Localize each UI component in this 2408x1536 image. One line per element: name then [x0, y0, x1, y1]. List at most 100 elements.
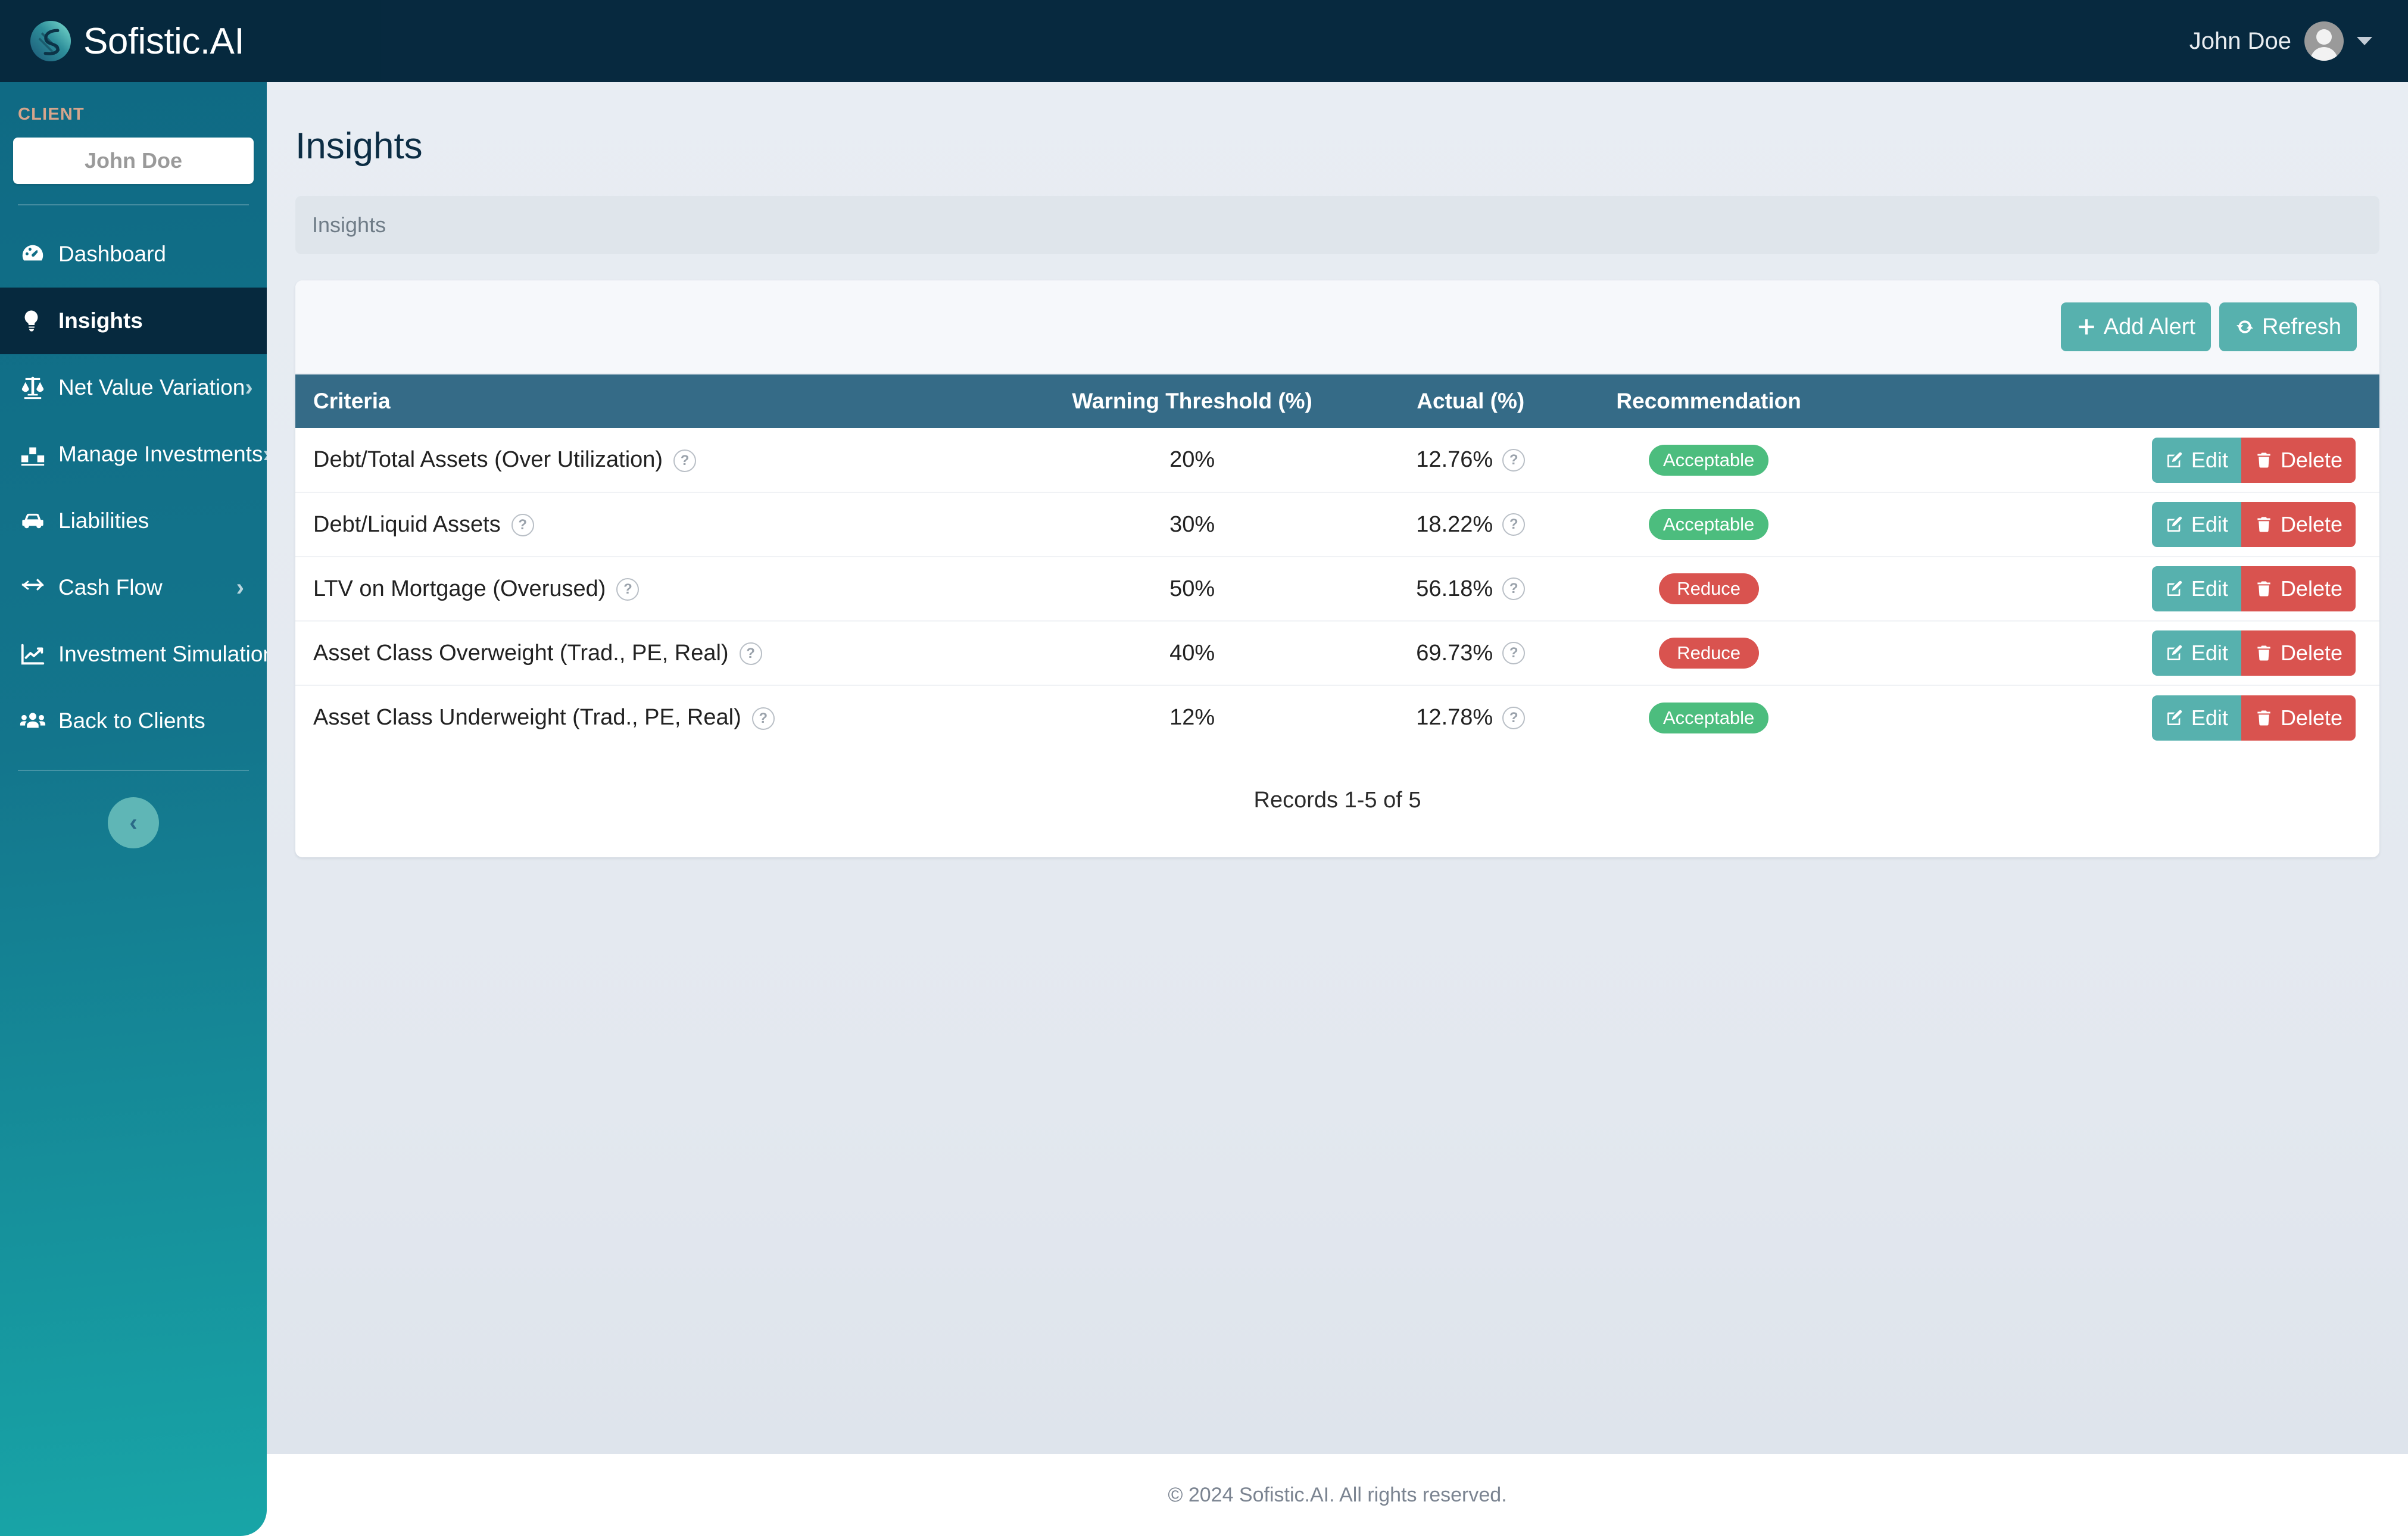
- balance-scale-icon: [19, 374, 52, 401]
- trash-icon: [2254, 515, 2273, 534]
- cell-actions: Edit Delete: [1855, 428, 2379, 492]
- table-row: Debt/Liquid Assets? 30% 18.22%? Acceptable E…: [295, 492, 2379, 557]
- sidebar-item-insights[interactable]: Insights: [0, 288, 267, 354]
- pencil-square-icon: [2165, 451, 2184, 470]
- actual-value: 18.22%: [1416, 511, 1493, 537]
- delete-button[interactable]: Delete: [2241, 566, 2356, 611]
- chevron-down-icon[interactable]: [2357, 37, 2372, 45]
- trash-icon: [2254, 644, 2273, 663]
- navbar-user-name: John Doe: [2189, 27, 2291, 54]
- cell-recommendation: Acceptable: [1562, 685, 1855, 750]
- column-header-actual: Actual (%): [1379, 374, 1562, 428]
- dashboard-gauge-icon: [19, 241, 52, 268]
- trash-icon: [2254, 451, 2273, 470]
- sofistic-swirl-logo-icon: [29, 19, 73, 63]
- question-circle-icon[interactable]: ?: [739, 642, 762, 666]
- question-circle-icon[interactable]: ?: [751, 707, 775, 730]
- question-circle-icon[interactable]: ?: [673, 449, 697, 472]
- insights-card: Add Alert Refresh Criteria Warning Thres…: [295, 280, 2379, 857]
- column-header-threshold: Warning Threshold (%): [1005, 374, 1380, 428]
- breadcrumb: Insights: [295, 196, 2379, 254]
- criteria-label: Asset Class Overweight (Trad., PE, Real): [313, 640, 729, 666]
- edit-label: Edit: [2191, 512, 2228, 536]
- main-content: Insights Insights Add Alert Refresh Crit: [267, 82, 2408, 1536]
- question-circle-icon[interactable]: ?: [1502, 642, 1526, 664]
- pencil-square-icon: [2165, 579, 2184, 598]
- cell-actions: Edit Delete: [1855, 492, 2379, 557]
- sidebar-item-label: Dashboard: [58, 242, 167, 266]
- chevron-right-icon[interactable]: ›: [236, 576, 244, 600]
- sidebar-collapse-button[interactable]: ‹: [108, 797, 159, 848]
- footer-copyright: © 2024 Sofistic.AI. All rights reserved.: [1168, 1483, 1507, 1506]
- delete-button[interactable]: Delete: [2241, 630, 2356, 676]
- column-header-actions: [1855, 374, 2379, 428]
- edit-button[interactable]: Edit: [2151, 566, 2241, 611]
- refresh-label: Refresh: [2262, 314, 2341, 339]
- cell-threshold: 30%: [1005, 492, 1380, 557]
- table-row: LTV on Mortgage (Overused)? 50% 56.18%? Red…: [295, 556, 2379, 621]
- user-avatar-icon[interactable]: [2304, 21, 2344, 61]
- edit-button[interactable]: Edit: [2151, 502, 2241, 547]
- plus-icon: [2076, 317, 2097, 337]
- card-toolbar: Add Alert Refresh: [295, 280, 2379, 374]
- line-chart-icon: [19, 641, 52, 668]
- cell-actual: 12.76%?: [1379, 428, 1562, 492]
- sidebar-nav: Dashboard Insights Net Value Variation ›…: [0, 221, 267, 754]
- table-row: Asset Class Overweight (Trad., PE, Real)…: [295, 620, 2379, 685]
- add-alert-button[interactable]: Add Alert: [2060, 302, 2211, 351]
- edit-label: Edit: [2191, 447, 2228, 472]
- sidebar-item-label: Back to Clients: [58, 708, 205, 733]
- actual-value: 56.18%: [1416, 576, 1493, 601]
- cell-recommendation: Acceptable: [1562, 428, 1855, 492]
- user-menu[interactable]: John Doe: [2189, 0, 2408, 82]
- sidebar-item-label: Liabilities: [58, 508, 149, 533]
- question-circle-icon[interactable]: ?: [1502, 513, 1526, 536]
- edit-button[interactable]: Edit: [2151, 630, 2241, 676]
- delete-button[interactable]: Delete: [2241, 502, 2356, 547]
- sidebar-item-dashboard[interactable]: Dashboard: [0, 221, 267, 288]
- sidebar-item-label: Investment Simulation: [58, 642, 267, 666]
- edit-button[interactable]: Edit: [2151, 437, 2241, 483]
- client-selector[interactable]: John Doe: [13, 138, 254, 184]
- cell-actions: Edit Delete: [1855, 556, 2379, 621]
- refresh-button[interactable]: Refresh: [2219, 302, 2357, 351]
- delete-label: Delete: [2280, 576, 2343, 601]
- breadcrumb-current: Insights: [312, 213, 386, 237]
- question-circle-icon[interactable]: ?: [1502, 577, 1526, 600]
- cell-criteria: Asset Class Overweight (Trad., PE, Real)…: [295, 620, 1005, 685]
- criteria-label: Debt/Liquid Assets: [313, 511, 501, 537]
- pencil-square-icon: [2165, 644, 2184, 663]
- table-row: Debt/Total Assets (Over Utilization)? 20%…: [295, 428, 2379, 492]
- sidebar-divider-top: [18, 204, 249, 205]
- sidebar-item-liabilities[interactable]: Liabilities: [0, 488, 267, 554]
- cell-recommendation: Reduce: [1562, 620, 1855, 685]
- sidebar-item-net-value-variation[interactable]: Net Value Variation ›: [0, 354, 267, 421]
- insights-table: Criteria Warning Threshold (%) Actual (%…: [295, 374, 2379, 750]
- cell-criteria: LTV on Mortgage (Overused)?: [295, 556, 1005, 621]
- question-circle-icon[interactable]: ?: [616, 578, 640, 601]
- cell-criteria: Debt/Liquid Assets?: [295, 492, 1005, 557]
- sidebar-collapse-area: ‹: [0, 797, 267, 848]
- edit-label: Edit: [2191, 705, 2228, 730]
- sidebar-item-back-to-clients[interactable]: Back to Clients: [0, 688, 267, 754]
- cell-threshold: 12%: [1005, 685, 1380, 750]
- cell-recommendation: Reduce: [1562, 556, 1855, 621]
- question-circle-icon[interactable]: ?: [511, 514, 534, 537]
- table-row: Asset Class Underweight (Trad., PE, Real…: [295, 685, 2379, 750]
- top-navbar: Sofistic.AI John Doe: [0, 0, 2408, 82]
- chevron-right-icon[interactable]: ›: [263, 442, 267, 466]
- brand-logo-area[interactable]: Sofistic.AI: [0, 0, 381, 82]
- delete-button[interactable]: Delete: [2241, 437, 2356, 483]
- cell-threshold: 20%: [1169, 447, 1215, 472]
- trash-icon: [2254, 579, 2273, 598]
- delete-button[interactable]: Delete: [2241, 695, 2356, 741]
- question-circle-icon[interactable]: ?: [1502, 706, 1526, 729]
- lightbulb-icon: [19, 308, 52, 333]
- chevron-right-icon[interactable]: ›: [245, 376, 252, 399]
- cell-threshold: 50%: [1005, 556, 1380, 621]
- question-circle-icon[interactable]: ?: [1502, 448, 1526, 472]
- sidebar-item-investment-simulation[interactable]: Investment Simulation ›: [0, 621, 267, 688]
- sidebar-item-cash-flow[interactable]: Cash Flow ›: [0, 554, 267, 621]
- sidebar-item-manage-investments[interactable]: Manage Investments ›: [0, 421, 267, 488]
- edit-button[interactable]: Edit: [2151, 695, 2241, 741]
